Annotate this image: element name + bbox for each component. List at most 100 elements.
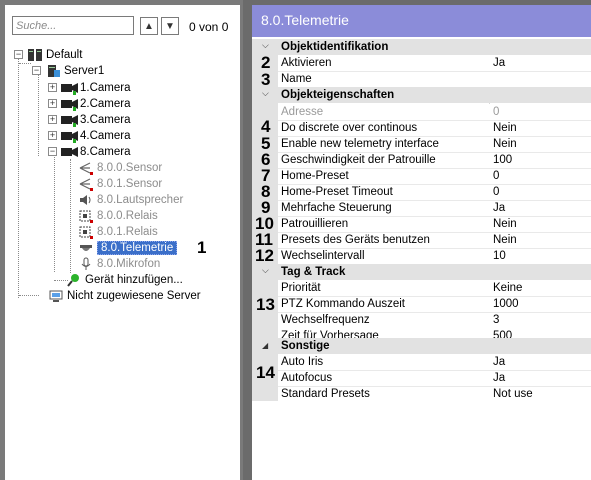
property-value[interactable]: Nein xyxy=(490,120,591,136)
property-name: Wechselintervall xyxy=(278,248,491,264)
property-value[interactable]: 500 xyxy=(490,328,591,338)
tree-node-microphone[interactable]: 8.0.Mikrofon xyxy=(78,256,160,271)
property-row-multiple-control[interactable]: Mehrfache Steuerung Ja xyxy=(252,200,591,216)
property-row-switch-interval[interactable]: Wechselintervall 10 xyxy=(252,248,591,264)
expand-toggle[interactable]: + xyxy=(48,131,57,140)
tree-line xyxy=(38,70,39,156)
search-previous-button[interactable]: ▲ xyxy=(140,17,158,35)
category-object-identification[interactable]: ⌵ Objektidentifikation xyxy=(252,39,591,55)
tree-label: 4.Camera xyxy=(80,129,131,142)
tree-node-add-device[interactable]: Gerät hinzufügen... xyxy=(66,272,183,287)
property-value[interactable]: 0 xyxy=(490,168,591,184)
property-value[interactable]: 1000 xyxy=(490,296,591,312)
tree-node-camera-1[interactable]: + 1.Camera xyxy=(48,80,131,95)
collapse-toggle[interactable]: − xyxy=(32,66,41,75)
property-row-prediction-time[interactable]: Zeit für Vorhersage 500 xyxy=(252,328,591,338)
property-row-home-preset-timeout[interactable]: Home-Preset Timeout 0 xyxy=(252,184,591,200)
category-label: Objekteigenschaften xyxy=(281,89,395,101)
category-misc[interactable]: ◢ Sonstige xyxy=(252,338,591,354)
tree-node-sensor-0[interactable]: 8.0.0.Sensor xyxy=(78,160,162,175)
collapse-toggle[interactable]: − xyxy=(48,147,57,156)
chevron-down-icon: ⌵ xyxy=(262,40,269,50)
property-row-patrol-speed[interactable]: Geschwindigkeit der Patrouille 100 xyxy=(252,152,591,168)
triangle-icon: ◢ xyxy=(262,341,269,350)
property-name: Presets des Geräts benutzen xyxy=(278,232,491,248)
property-name: PTZ Kommando Auszeit xyxy=(278,296,491,312)
callout-number: 3 xyxy=(261,70,271,89)
tree-label: 8.0.Lautsprecher xyxy=(97,193,184,206)
camera-icon xyxy=(61,129,78,143)
property-row-discrete[interactable]: Do discrete over continous Nein xyxy=(252,120,591,136)
property-value[interactable]: Ja xyxy=(490,55,591,71)
tree-label: Nicht zugewiesene Server xyxy=(67,289,201,302)
property-value[interactable]: 100 xyxy=(490,152,591,168)
property-value[interactable]: 0 xyxy=(490,184,591,200)
tree-label: 8.0.1.Relais xyxy=(97,225,158,238)
tree-label: 3.Camera xyxy=(80,113,131,126)
panel-header: 8.0.Telemetrie xyxy=(252,5,591,37)
property-value[interactable]: Ja xyxy=(490,370,591,386)
tree-node-default[interactable]: − Default xyxy=(14,47,82,62)
callout-number: 1 xyxy=(197,238,207,257)
tree-node-telemetry[interactable]: 8.0.Telemetrie xyxy=(78,240,178,255)
property-value[interactable]: Nein xyxy=(490,216,591,232)
tree-label: 8.0.0.Relais xyxy=(97,209,158,222)
property-value[interactable]: Nein xyxy=(490,136,591,152)
property-name: Patrouillieren xyxy=(278,216,491,232)
property-value[interactable]: Not use xyxy=(490,386,591,402)
panel-title: 8.0.Telemetrie xyxy=(261,12,349,28)
row-separator xyxy=(278,168,591,169)
property-value[interactable]: Ja xyxy=(490,200,591,216)
tree-node-camera-2[interactable]: + 2.Camera xyxy=(48,96,131,111)
tree-node-server1[interactable]: − Server1 xyxy=(32,63,104,78)
property-name: Priorität xyxy=(278,280,491,296)
tree-label: 8.0.1.Sensor xyxy=(97,177,163,190)
expand-toggle[interactable]: + xyxy=(48,115,57,124)
expand-toggle[interactable]: + xyxy=(48,99,57,108)
tree-node-relay-1[interactable]: 8.0.1.Relais xyxy=(78,224,158,239)
category-label: Tag & Track xyxy=(281,266,346,278)
row-separator xyxy=(278,312,591,313)
expand-toggle[interactable]: + xyxy=(48,83,57,92)
property-row-patrol[interactable]: Patrouillieren Nein xyxy=(252,216,591,232)
tree-node-camera-4[interactable]: + 4.Camera xyxy=(48,128,131,143)
property-value[interactable]: Ja xyxy=(490,354,591,370)
property-value[interactable]: Nein xyxy=(490,232,591,248)
search-next-button[interactable]: ▼ xyxy=(161,17,179,35)
search-add-icon xyxy=(66,273,82,287)
property-row-home-preset[interactable]: Home-Preset 0 xyxy=(252,168,591,184)
property-row-ptz-timeout[interactable]: PTZ Kommando Auszeit 1000 xyxy=(252,296,591,312)
property-row-telemetry-interface[interactable]: Enable new telemetry interface Nein xyxy=(252,136,591,152)
tree-node-relay-0[interactable]: 8.0.0.Relais xyxy=(78,208,158,223)
property-row-switch-frequency[interactable]: Wechselfrequenz 3 xyxy=(252,312,591,328)
row-separator xyxy=(278,296,591,297)
tree-node-speaker[interactable]: 8.0.Lautsprecher xyxy=(78,192,183,207)
server-icon xyxy=(45,64,61,78)
property-value[interactable]: Keine xyxy=(490,280,591,296)
tree-node-camera-8[interactable]: − 8.Camera xyxy=(48,144,131,159)
collapse-toggle[interactable]: − xyxy=(14,50,23,59)
property-row-device-presets[interactable]: Presets des Geräts benutzen Nein xyxy=(252,232,591,248)
device-tree-panel: ▲ ▼ 0 von 0 − Default − xyxy=(5,5,240,480)
tree-node-sensor-1[interactable]: 8.0.1.Sensor xyxy=(78,176,162,191)
tree-node-camera-3[interactable]: + 3.Camera xyxy=(48,112,131,127)
property-name: Adresse xyxy=(278,104,491,120)
property-name: Do discrete over continous xyxy=(278,120,491,136)
property-row-name[interactable]: Name xyxy=(252,71,591,87)
category-object-properties[interactable]: ⌵ Objekteigenschaften xyxy=(252,87,591,103)
property-row-priority[interactable]: Priorität Keine xyxy=(252,280,591,296)
property-row-auto-iris[interactable]: Auto Iris Ja xyxy=(252,354,591,370)
property-value[interactable] xyxy=(490,71,591,87)
search-bar: ▲ ▼ 0 von 0 xyxy=(5,5,240,41)
property-value[interactable]: 3 xyxy=(490,312,591,328)
property-name: Geschwindigkeit der Patrouille xyxy=(278,152,491,168)
property-row-standard-presets[interactable]: Standard Presets Not use xyxy=(252,386,591,402)
property-value[interactable]: 10 xyxy=(490,248,591,264)
search-input[interactable] xyxy=(12,16,134,35)
property-name: Autofocus xyxy=(278,370,491,386)
property-row-autofocus[interactable]: Autofocus Ja xyxy=(252,370,591,386)
property-row-activate[interactable]: Aktivieren Ja xyxy=(252,55,591,71)
category-tag-track[interactable]: ⌵ Tag & Track xyxy=(252,264,591,280)
tree-label: Default xyxy=(46,48,83,61)
tree-node-unassigned-servers[interactable]: Nicht zugewiesene Server xyxy=(48,288,201,303)
